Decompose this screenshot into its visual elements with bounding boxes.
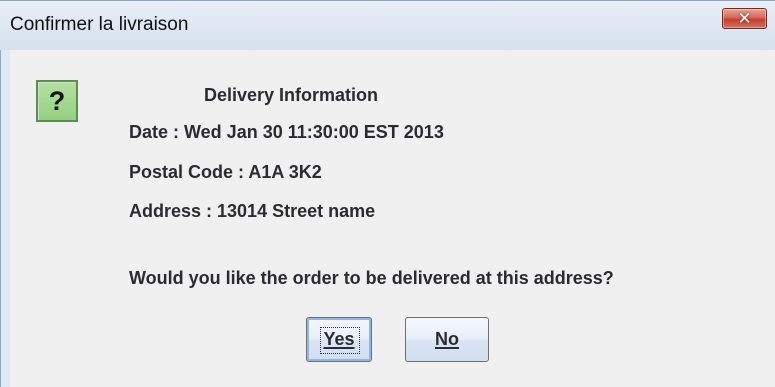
yes-button[interactable]: Yes — [306, 317, 372, 362]
no-button-label: No — [435, 329, 459, 349]
delivery-date: Date : Wed Jan 30 11:30:00 EST 2013 — [129, 122, 444, 142]
close-button[interactable]: ✕ — [722, 8, 767, 29]
question-icon: ? — [36, 80, 78, 122]
delivery-heading: Delivery Information — [204, 85, 379, 105]
no-button[interactable]: No — [405, 317, 489, 362]
postal-code: Postal Code : A1A 3K2 — [129, 162, 322, 182]
dialog-content — [10, 50, 775, 387]
yes-button-label: Yes — [323, 329, 355, 349]
confirm-delivery-dialog: Confirmer la livraison ✕ ? Delivery Info… — [0, 0, 775, 387]
title-bar[interactable]: Confirmer la livraison ✕ — [0, 0, 775, 50]
window-title: Confirmer la livraison — [10, 14, 189, 35]
confirmation-question: Would you like the order to be delivered… — [129, 268, 614, 288]
delivery-address: Address : 13014 Street name — [129, 201, 376, 221]
close-icon: ✕ — [737, 9, 752, 28]
window-frame-left — [0, 50, 10, 387]
